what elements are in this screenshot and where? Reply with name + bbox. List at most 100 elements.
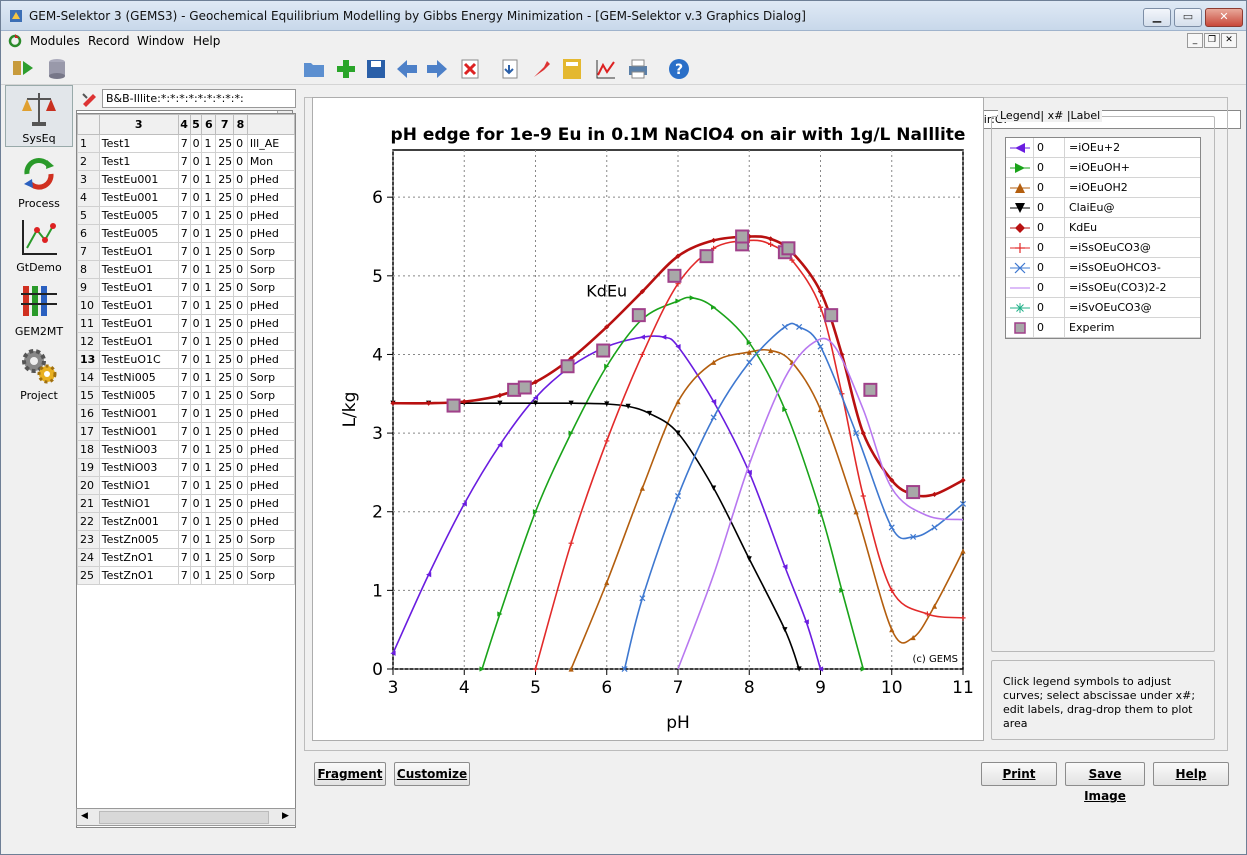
sidebar-item-process[interactable]: Process [5, 151, 73, 213]
menu-help[interactable]: Help [193, 34, 220, 48]
table-row[interactable]: 23 TestZn005 7 0 1 25 0 Sorp [77, 530, 295, 549]
legend-symbol-icon[interactable] [1006, 238, 1034, 257]
column-header[interactable]: 3 [98, 114, 179, 135]
table-row[interactable]: 12 TestEuO1 7 0 1 25 0 pHed [77, 332, 295, 351]
legend-label[interactable]: =iSvOEuCO3@ [1069, 301, 1152, 314]
column-header[interactable]: 8 [233, 114, 248, 135]
legend-label[interactable]: =iSsOEuOHCO3- [1069, 261, 1161, 274]
legend-xcolumn[interactable]: 0 [1037, 221, 1044, 234]
column-header[interactable] [77, 114, 100, 135]
legend-symbol-icon[interactable] [1006, 178, 1034, 197]
sidebar-item-project[interactable]: Project [5, 343, 73, 405]
legend-label[interactable]: =iSsOEu(CO3)2-2 [1069, 281, 1166, 294]
legend-item[interactable]: 0 =iSvOEuCO3@ [1006, 298, 1200, 318]
legend-label[interactable]: =iSsOEuCO3@ [1069, 241, 1151, 254]
legend-xcolumn[interactable]: 0 [1037, 321, 1044, 334]
table-row[interactable]: 19 TestNiO03 7 0 1 25 0 pHed [77, 458, 295, 477]
legend-symbol-icon[interactable] [1006, 138, 1034, 157]
legend-item[interactable]: 0 Experim [1006, 318, 1200, 338]
save-image-button[interactable]: Save Image [1065, 762, 1145, 803]
table-row[interactable]: 3 TestEu001 7 0 1 25 0 pHed [77, 170, 295, 189]
legend-symbol-icon[interactable] [1006, 258, 1034, 277]
close-button[interactable]: ✕ [1205, 8, 1243, 27]
sysmode-button[interactable] [9, 55, 37, 83]
legend-symbol-icon[interactable] [1006, 198, 1034, 217]
table-row[interactable]: 4 TestEu001 7 0 1 25 0 pHed [77, 188, 295, 207]
sidebar-item-gem2mt[interactable]: GEM2MT [5, 279, 73, 341]
sidebar-item-gtdemo[interactable]: GtDemo [5, 215, 73, 277]
table-row[interactable]: 24 TestZnO1 7 0 1 25 0 Sorp [77, 548, 295, 567]
import-button[interactable] [497, 55, 525, 83]
table-row[interactable]: 14 TestNi005 7 0 1 25 0 Sorp [77, 368, 295, 387]
scroll-right-icon[interactable]: ▶ [282, 811, 289, 821]
help-toolbar-button[interactable]: ? [665, 55, 693, 83]
legend-xcolumn[interactable]: 0 [1037, 181, 1044, 194]
delete-button[interactable] [456, 55, 484, 83]
column-header[interactable] [246, 114, 295, 135]
table-row[interactable]: 22 TestZn001 7 0 1 25 0 pHed [77, 512, 295, 531]
legend-symbol-icon[interactable] [1006, 298, 1034, 317]
menu-record[interactable]: Record [88, 34, 129, 48]
legend-xcolumn[interactable]: 0 [1037, 141, 1044, 154]
legend-xcolumn[interactable]: 0 [1037, 161, 1044, 174]
legend-item[interactable]: 0 =iOEu+2 [1006, 138, 1200, 158]
database-button[interactable] [43, 55, 71, 83]
filter-icon[interactable] [81, 90, 99, 108]
legend-item[interactable]: 0 KdEu [1006, 218, 1200, 238]
tools-button[interactable] [528, 55, 556, 83]
legend-label[interactable]: KdEu [1069, 221, 1097, 234]
prev-button[interactable] [393, 55, 421, 83]
help-button[interactable]: Help [1153, 762, 1229, 786]
legend-xcolumn[interactable]: 0 [1037, 241, 1044, 254]
table-row[interactable]: 13 TestEuO1C 7 0 1 25 0 pHed [77, 350, 295, 369]
app-menu-icon[interactable] [8, 34, 22, 48]
table-row[interactable]: 10 TestEuO1 7 0 1 25 0 pHed [77, 296, 295, 315]
legend-item[interactable]: 0 =iOEuOH2 [1006, 178, 1200, 198]
table-row[interactable]: 6 TestEu005 7 0 1 25 0 pHed [77, 224, 295, 243]
next-button[interactable] [423, 55, 451, 83]
customize-button[interactable]: Customize [394, 762, 470, 786]
legend-item[interactable]: 0 =iSsOEu(CO3)2-2 [1006, 278, 1200, 298]
legend-item[interactable]: 0 =iSsOEuCO3@ [1006, 238, 1200, 258]
legend-symbol-icon[interactable] [1006, 278, 1034, 297]
calculator-button[interactable] [558, 55, 586, 83]
column-header[interactable]: 5 [189, 114, 203, 135]
legend-symbol-icon[interactable] [1006, 158, 1034, 177]
minimize-button[interactable]: ▁ [1143, 8, 1171, 27]
table-row[interactable]: 1 Test1 7 0 1 25 0 Ill_AE [77, 134, 295, 153]
mdi-minimize-button[interactable]: _ [1187, 33, 1203, 48]
scroll-left-icon[interactable]: ◀ [81, 811, 88, 821]
column-header[interactable]: 7 [215, 114, 235, 135]
plot-area[interactable]: 3 4 5 6 7 8 9 10 11 0 1 2 3 4 5 6 pH edge for 1e-9 Eu in… [312, 97, 984, 741]
legend-xcolumn[interactable]: 0 [1037, 281, 1044, 294]
legend-xcolumn[interactable]: 0 [1037, 301, 1044, 314]
fragment-button[interactable]: Fragment [314, 762, 386, 786]
mdi-close-button[interactable]: ✕ [1221, 33, 1237, 48]
legend-label[interactable]: =iOEuOH+ [1069, 161, 1130, 174]
legend-label[interactable]: =iOEu+2 [1069, 141, 1120, 154]
table-row[interactable]: 21 TestNiO1 7 0 1 25 0 pHed [77, 494, 295, 513]
legend-item[interactable]: 0 =iSsOEuOHCO3- [1006, 258, 1200, 278]
open-button[interactable] [300, 55, 328, 83]
table-row[interactable]: 25 TestZnO1 7 0 1 25 0 Sorp [77, 566, 295, 585]
column-header[interactable]: 6 [201, 114, 217, 135]
new-button[interactable] [332, 55, 360, 83]
legend-xcolumn[interactable]: 0 [1037, 201, 1044, 214]
menu-window[interactable]: Window [137, 34, 184, 48]
table-row[interactable]: 8 TestEuO1 7 0 1 25 0 Sorp [77, 260, 295, 279]
mdi-restore-button[interactable]: ❐ [1204, 33, 1220, 48]
column-header[interactable]: 4 [177, 114, 191, 135]
table-row[interactable]: 18 TestNiO03 7 0 1 25 0 pHed [77, 440, 295, 459]
maximize-button[interactable]: ▭ [1174, 8, 1202, 27]
table-row[interactable]: 2 Test1 7 0 1 25 0 Mon [77, 152, 295, 171]
table-row[interactable]: 5 TestEu005 7 0 1 25 0 pHed [77, 206, 295, 225]
sidebar-item-syseq[interactable]: SysEq [5, 85, 73, 147]
legend-item[interactable]: 0 ClaiEu@ [1006, 198, 1200, 218]
print-button[interactable]: Print [981, 762, 1057, 786]
menu-modules[interactable]: Modules [30, 34, 80, 48]
table-row[interactable]: 9 TestEuO1 7 0 1 25 0 Sorp [77, 278, 295, 297]
legend-symbol-icon[interactable] [1006, 318, 1034, 337]
filter-input[interactable]: B&B-Illite:*:*:*:*:*:*:*:*:*: [102, 89, 296, 108]
legend-symbol-icon[interactable] [1006, 218, 1034, 237]
legend-label[interactable]: ClaiEu@ [1069, 201, 1114, 214]
